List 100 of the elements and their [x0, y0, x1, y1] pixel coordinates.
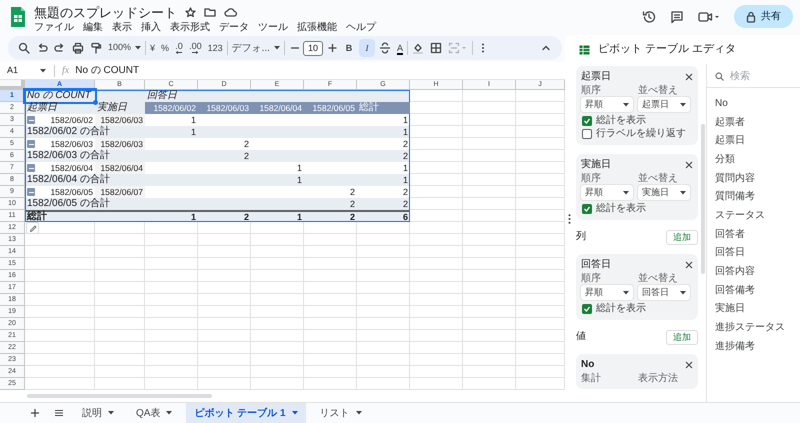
menu-item[interactable]: ヘルプ: [346, 23, 376, 33]
checkbox-label: 総計を表示: [596, 304, 646, 314]
table-cell: 1582/06/05: [304, 102, 357, 114]
sheet-tab[interactable]: リスト: [312, 402, 370, 423]
card-title: No: [581, 360, 594, 370]
order-select[interactable]: 昇順: [581, 97, 633, 112]
field-list-item[interactable]: 回答内容: [715, 262, 800, 281]
table-cell: 1582/06/03: [95, 138, 145, 150]
field-list-item[interactable]: 進捗備考: [715, 336, 800, 356]
sheet-tab[interactable]: QA表: [128, 402, 180, 423]
sort-select[interactable]: 起票日: [638, 97, 690, 112]
field-label: 集計: [581, 374, 602, 384]
section-label: 値: [576, 332, 586, 342]
text-color-button[interactable]: A: [394, 39, 405, 57]
menu-item[interactable]: 編集: [83, 23, 103, 33]
formula-text[interactable]: No の COUNT: [75, 66, 140, 76]
field-label: 表示方法: [638, 374, 678, 384]
number-format-button[interactable]: 123: [206, 39, 225, 57]
font-select[interactable]: デフォ...: [230, 39, 282, 57]
menu-item[interactable]: 挿入: [141, 23, 161, 33]
card-title: 回答日: [581, 260, 611, 270]
italic-button[interactable]: I: [358, 39, 375, 57]
sort-select[interactable]: 回答日: [638, 285, 690, 300]
table-cell-text: 1: [190, 126, 197, 138]
sheet-tab[interactable]: 説明: [74, 402, 122, 423]
table-cell-text: 2: [242, 212, 250, 222]
share-button[interactable]: 共有: [734, 5, 793, 28]
sheet-tab[interactable]: ピボット テーブル 1: [186, 402, 306, 423]
order-select[interactable]: 昇順: [581, 185, 633, 200]
field-list-item[interactable]: 質問内容: [715, 168, 800, 188]
menu-item[interactable]: ツール: [258, 23, 288, 33]
table-cell-text: 2: [402, 198, 409, 210]
table-cell-text: 実施日: [96, 102, 128, 114]
font-size-field[interactable]: 10: [302, 40, 323, 56]
table-cell: 1582/06/05: [50, 188, 93, 196]
table-cell: 1582/06/02: [50, 116, 93, 124]
percent-button[interactable]: %: [159, 39, 172, 57]
name-box[interactable]: A1: [0, 62, 50, 79]
table-cell-text: 2: [402, 150, 409, 162]
order-select[interactable]: 昇順: [581, 285, 633, 300]
card-title: 実施日: [581, 160, 611, 170]
table-cell-text: 2: [348, 186, 356, 198]
table-cell-text: 1: [402, 114, 409, 126]
table-cell: 1582/06/02: [145, 102, 198, 114]
table-cell-text: 6: [402, 212, 409, 222]
table-cell-text: 2: [348, 198, 356, 210]
currency-button[interactable]: ¥: [148, 39, 158, 57]
field-label: 並べ替え: [638, 174, 678, 184]
table-cell: 1582/06/07: [95, 186, 145, 198]
menu-item[interactable]: ファイル: [34, 23, 74, 33]
field-label: 並べ替え: [638, 86, 678, 96]
field-list-item[interactable]: 回答日: [715, 244, 800, 262]
field-label: 並べ替え: [638, 274, 678, 284]
table-cell: 1582/06/03: [50, 140, 93, 148]
table-cell: 総計: [357, 102, 410, 114]
field-list-item[interactable]: 起票日: [715, 131, 800, 150]
field-list-item[interactable]: No: [715, 94, 800, 113]
table-cell-text: 2: [242, 150, 250, 162]
field-list-item[interactable]: 進捗ステータス: [715, 318, 800, 337]
menu-item[interactable]: 表示: [112, 23, 132, 33]
field-list-item[interactable]: 起票者: [715, 112, 800, 132]
search-field[interactable]: 検索: [730, 68, 800, 84]
table-cell-text: 1: [402, 162, 409, 174]
field-list-item[interactable]: 回答備考: [715, 280, 800, 300]
field-list-item[interactable]: 実施日: [715, 300, 800, 318]
document-title[interactable]: 無題のスプレッドシート: [34, 6, 177, 18]
table-cell-text: 1: [190, 114, 197, 126]
table-cell: 1582/06/04: [251, 102, 304, 114]
checkbox-label: 総計を表示: [596, 116, 646, 126]
function-icon: fx: [62, 63, 70, 78]
table-cell-text: 1: [296, 212, 303, 222]
field-label: 順序: [581, 86, 602, 96]
decimal-increase-button[interactable]: .00: [187, 39, 204, 57]
sort-select[interactable]: 実施日: [638, 185, 690, 200]
add-button[interactable]: 追加: [666, 230, 698, 244]
table-cell: 1582/06/04: [50, 164, 93, 172]
field-label: 順序: [581, 274, 602, 284]
checkbox-label: 行ラベルを繰り返す: [596, 128, 686, 138]
card-title: 起票日: [581, 72, 611, 82]
field-list-item[interactable]: 回答者: [715, 224, 800, 244]
field-list-item[interactable]: 質問備考: [715, 187, 800, 206]
table-cell-text: 1: [402, 174, 409, 186]
table-cell-text: 1: [402, 126, 409, 138]
decimal-decrease-button[interactable]: .0: [173, 39, 186, 57]
table-cell: 1582/06/04: [95, 162, 145, 174]
menu-item[interactable]: 表示形式: [170, 23, 210, 33]
table-cell-text: 起票日: [26, 102, 58, 114]
field-list-item[interactable]: 分類: [715, 150, 800, 169]
table-cell-text: 2: [348, 212, 356, 222]
table-cell[interactable]: No の COUNT: [25, 90, 95, 102]
table-cell-text: 1: [190, 212, 197, 222]
table-cell-text: 総計: [26, 212, 48, 222]
zoom-select[interactable]: 100%: [106, 39, 144, 57]
menu-item[interactable]: データ: [219, 23, 249, 33]
add-button[interactable]: 追加: [666, 330, 698, 344]
table-cell-text: 2: [402, 186, 409, 198]
table-cell-text: 1582/06/05 の合計: [26, 198, 111, 210]
field-list-item[interactable]: ステータス: [715, 206, 800, 225]
bold-button[interactable]: B: [340, 39, 357, 57]
menu-item[interactable]: 拡張機能: [297, 23, 337, 33]
